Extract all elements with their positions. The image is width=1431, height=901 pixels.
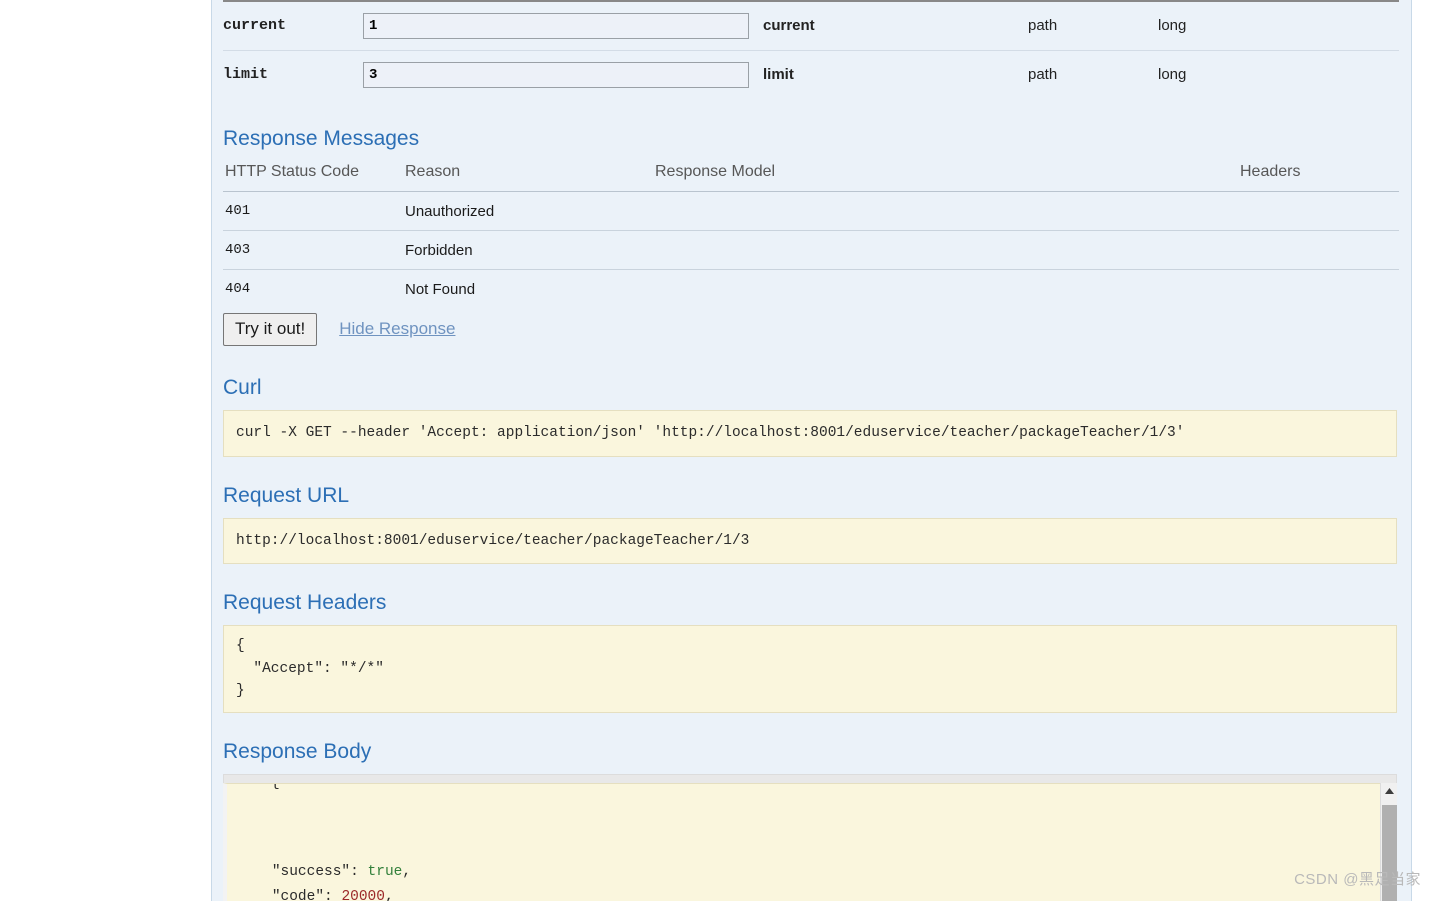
status-model bbox=[655, 191, 1240, 231]
parameter-type: path bbox=[1028, 17, 1058, 35]
status-reason: Forbidden bbox=[405, 230, 655, 270]
operation-content: current current path long limit limi bbox=[223, 0, 1399, 901]
response-messages-table: HTTP Status Code Reason Response Model H… bbox=[223, 163, 1399, 309]
scrollbar-thumb[interactable] bbox=[1382, 804, 1397, 901]
status-headers bbox=[1240, 230, 1399, 270]
column-headers: Headers bbox=[1240, 163, 1399, 192]
column-response-model: Response Model bbox=[655, 163, 1240, 192]
request-url-heading: Request URL bbox=[223, 483, 350, 507]
status-code: 403 bbox=[223, 230, 405, 270]
response-body-container: { "success": true, "code": 20000, "messa… bbox=[223, 773, 1398, 901]
json-line: "code": 20000, bbox=[237, 885, 1396, 901]
json-value: true bbox=[367, 864, 403, 881]
json-key: "code" bbox=[271, 889, 325, 901]
status-headers bbox=[1240, 270, 1399, 309]
parameter-type: path bbox=[1028, 66, 1058, 84]
parameter-description: current bbox=[763, 17, 815, 35]
response-body-json[interactable]: { "success": true, "code": 20000, "messa… bbox=[223, 782, 1397, 901]
response-messages-heading: Response Messages bbox=[223, 127, 420, 150]
request-url-value: http://localhost:8001/eduservice/teacher… bbox=[223, 517, 1397, 565]
parameter-value-cell bbox=[363, 50, 763, 99]
json-key: "success" bbox=[271, 864, 351, 881]
request-headers-heading: Request Headers bbox=[223, 591, 387, 615]
table-row: current current path long bbox=[223, 1, 1399, 50]
status-code: 401 bbox=[223, 191, 405, 231]
column-http-status-code: HTTP Status Code bbox=[223, 163, 405, 192]
json-line: "success": true, bbox=[271, 864, 412, 881]
curl-command: curl -X GET --header 'Accept: applicatio… bbox=[223, 410, 1397, 457]
json-value: 20000 bbox=[341, 889, 385, 901]
parameter-description: limit bbox=[763, 66, 794, 84]
limit-input[interactable] bbox=[363, 61, 749, 88]
table-header-row: HTTP Status Code Reason Response Model H… bbox=[223, 163, 1399, 192]
json-clipped-brace: { bbox=[271, 782, 280, 791]
status-reason: Not Found bbox=[405, 280, 476, 298]
status-code: 404 bbox=[225, 281, 251, 298]
column-reason: Reason bbox=[405, 163, 655, 192]
response-body-scrollbar[interactable] bbox=[1380, 782, 1398, 901]
operation-actions: Try it out! Hide Response bbox=[223, 312, 1399, 347]
parameter-name: current bbox=[223, 17, 287, 35]
parameter-name: limit bbox=[223, 66, 269, 84]
parameters-table: current current path long limit limi bbox=[223, 0, 1399, 99]
response-body-heading: Response Body bbox=[223, 739, 372, 763]
status-model bbox=[655, 270, 1240, 309]
request-headers-value: { "Accept": "*/*" } bbox=[223, 625, 1397, 713]
table-row: 403 Forbidden bbox=[223, 230, 1399, 270]
hide-response-link[interactable]: Hide Response bbox=[339, 319, 455, 339]
parameter-value-cell bbox=[363, 1, 763, 50]
table-row: limit limit path long bbox=[223, 50, 1399, 99]
status-reason: Unauthorized bbox=[405, 191, 655, 231]
table-row: 404 Not Found bbox=[223, 270, 1399, 309]
current-input[interactable] bbox=[363, 12, 749, 39]
try-it-out-button[interactable]: Try it out! bbox=[223, 312, 318, 347]
curl-heading: Curl bbox=[223, 376, 262, 400]
swagger-operation-screen: current current path long limit limi bbox=[0, 0, 1431, 901]
operation-panel: current current path long limit limi bbox=[211, 0, 1412, 901]
parameter-data-type: long bbox=[1158, 17, 1187, 35]
status-headers bbox=[1240, 191, 1399, 231]
parameter-data-type: long bbox=[1158, 66, 1187, 84]
status-model bbox=[655, 230, 1240, 270]
response-body-top-strip bbox=[223, 773, 1397, 783]
json-lines: "success": true, "code": 20000, "message… bbox=[237, 860, 1396, 901]
scroll-up-arrow-icon[interactable] bbox=[1381, 783, 1398, 800]
table-row: 401 Unauthorized bbox=[223, 191, 1399, 231]
